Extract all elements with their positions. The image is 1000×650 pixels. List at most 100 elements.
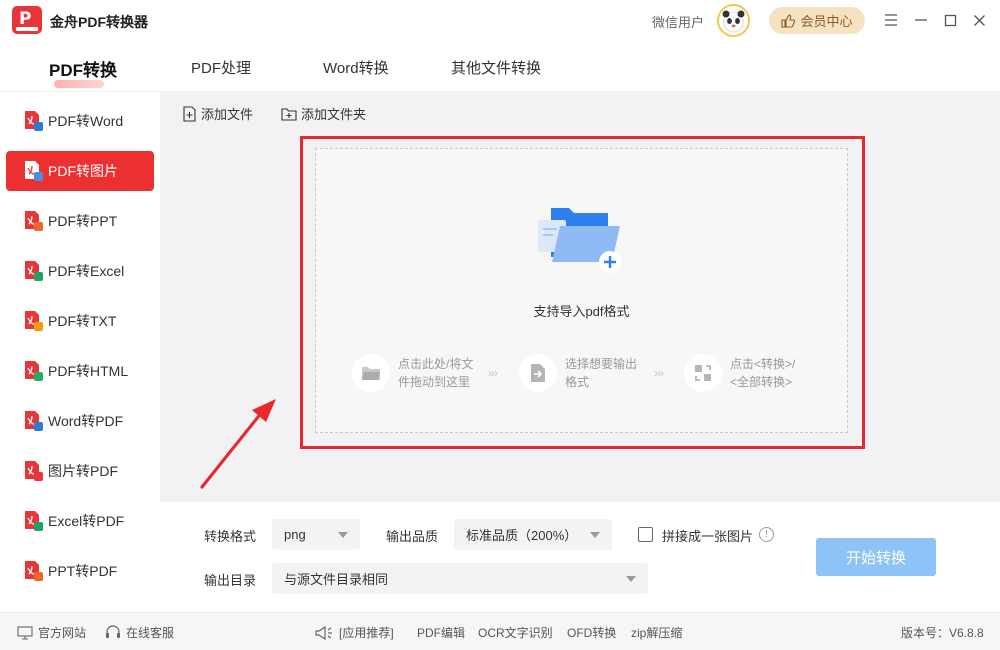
sidebar-item-label: PDF转TXT — [48, 313, 117, 329]
word-to-pdf-icon — [22, 410, 44, 432]
quality-label: 输出品质 — [386, 529, 439, 544]
step-import-line2: 件拖动到这里 — [398, 375, 471, 389]
step-arrow: ››› — [654, 366, 664, 380]
add-folder-icon — [281, 107, 297, 121]
excel-to-pdf-icon — [22, 510, 44, 532]
sidebar: PDF转Word PDF转图片 PDF转PPT PDF转Excel PDF转TXT PDF… — [0, 92, 160, 612]
format-value: png — [284, 527, 306, 542]
website-link[interactable]: 官方网站 — [17, 624, 86, 641]
dropzone-highlight: 支持导入pdf格式 点击此处/将文 件拖动到这里 ››› 选择想要输出 格式 ›… — [300, 136, 865, 449]
footer-link-ofd[interactable]: OFD转换 — [567, 624, 616, 641]
quality-select[interactable]: 标准品质（200%） — [454, 519, 612, 550]
main-area: 添加文件 添加文件夹 支持导入pdf格式 点击此处/将文 件拖动到这里 ››› … — [160, 92, 1000, 502]
sidebar-item-label: PPT转PDF — [48, 563, 118, 579]
tab-pdf-convert[interactable]: PDF转换 — [49, 56, 117, 81]
sidebar-item-7[interactable]: 图片转PDF — [6, 451, 154, 491]
merge-label[interactable]: 拼接成一张图片 — [662, 526, 753, 545]
support-link[interactable]: 在线客服 — [105, 624, 174, 641]
sidebar-item-label: Word转PDF — [48, 413, 124, 429]
app-recommend: [应用推荐] — [314, 624, 394, 641]
megaphone-icon — [315, 625, 332, 640]
pdf-to-txt-icon — [22, 310, 44, 332]
add-file-icon — [183, 105, 196, 122]
step-select-line1: 选择想要输出 — [565, 357, 638, 371]
file-dropzone[interactable]: 支持导入pdf格式 点击此处/将文 件拖动到这里 ››› 选择想要输出 格式 ›… — [315, 148, 848, 433]
ppt-to-pdf-icon — [22, 560, 44, 582]
sidebar-item-label: PDF转图片 — [48, 163, 118, 179]
sidebar-item-2[interactable]: PDF转PPT — [6, 201, 154, 241]
pdf-to-html-icon — [22, 360, 44, 382]
app-recommend-label: [应用推荐] — [339, 626, 394, 640]
format-select[interactable]: png — [272, 519, 360, 550]
avatar[interactable] — [717, 4, 750, 37]
sidebar-item-label: PDF转HTML — [48, 363, 129, 379]
open-folder-icon — [538, 208, 621, 273]
format-label: 转换格式 — [204, 529, 257, 544]
step-select-format: 选择想要输出 格式 — [519, 354, 637, 392]
footer-link-ocr[interactable]: OCR文字识别 — [478, 624, 553, 641]
sidebar-item-8[interactable]: Excel转PDF — [6, 501, 154, 541]
add-file-button[interactable]: 添加文件 — [182, 104, 253, 123]
title-bar: P 金舟PDF转换器 微信用户 会员中心 — [0, 0, 1000, 40]
tab-other-convert[interactable]: 其他文件转换 — [451, 57, 541, 78]
active-tab-indicator — [54, 80, 104, 88]
version-text: 版本号：V6.8.8 — [901, 626, 984, 640]
pdf-to-image-icon — [22, 160, 44, 182]
pdf-to-word-icon — [22, 110, 44, 132]
user-name[interactable]: 微信用户 — [652, 12, 704, 31]
sidebar-item-label: Excel转PDF — [48, 513, 125, 529]
maximize-icon[interactable] — [940, 10, 960, 30]
file-export-icon — [519, 354, 557, 392]
pdf-to-ppt-icon — [22, 210, 44, 232]
minimize-icon[interactable] — [911, 10, 931, 30]
settings-panel: 转换格式 png 输出品质 标准品质（200%） 拼接成一张图片 ! 输出目录 … — [160, 502, 1000, 612]
panda-avatar-icon — [722, 10, 745, 33]
step-import-line1: 点击此处/将文 — [398, 357, 474, 371]
sidebar-item-5[interactable]: PDF转HTML — [6, 351, 154, 391]
step-convert-line2: <全部转换> — [730, 375, 793, 389]
tab-word-convert[interactable]: Word转换 — [323, 57, 389, 78]
info-icon[interactable]: ! — [759, 527, 774, 542]
step-import: 点击此处/将文 件拖动到这里 — [352, 354, 473, 392]
sidebar-item-label: PDF转Word — [48, 113, 124, 129]
add-folder-label: 添加文件夹 — [301, 107, 367, 122]
menu-icon[interactable] — [881, 10, 901, 30]
sidebar-item-label: PDF转PPT — [48, 213, 118, 229]
sidebar-item-6[interactable]: Word转PDF — [6, 401, 154, 441]
output-label: 输出目录 — [204, 573, 257, 588]
app-logo-icon: P — [12, 6, 42, 34]
step-convert-line1: 点击<转换>/ — [730, 357, 796, 371]
footer: 官方网站 在线客服 [应用推荐] PDF编辑 OCR文字识别 OFD转换 zip… — [0, 612, 1000, 650]
top-tabs: PDF转换 PDF处理 Word转换 其他文件转换 — [0, 40, 1000, 92]
step-arrow: ››› — [488, 366, 498, 380]
sidebar-item-9[interactable]: PPT转PDF — [6, 551, 154, 591]
support-label: 在线客服 — [126, 626, 175, 640]
monitor-icon — [17, 625, 33, 640]
sidebar-item-4[interactable]: PDF转TXT — [6, 301, 154, 341]
close-icon[interactable] — [969, 10, 989, 30]
footer-link-pdf-edit[interactable]: PDF编辑 — [417, 624, 465, 641]
chevron-down-icon — [590, 532, 600, 538]
quality-value: 标准品质（200%） — [466, 528, 578, 543]
sidebar-item-0[interactable]: PDF转Word — [6, 101, 154, 141]
image-to-pdf-icon — [22, 460, 44, 482]
convert-icon — [684, 354, 722, 392]
chevron-down-icon — [338, 532, 348, 538]
tab-pdf-process[interactable]: PDF处理 — [191, 57, 251, 78]
add-file-label: 添加文件 — [201, 107, 254, 122]
add-folder-button[interactable]: 添加文件夹 — [281, 104, 366, 123]
output-value: 与源文件目录相同 — [284, 572, 389, 587]
vip-center-button[interactable]: 会员中心 — [769, 7, 865, 34]
sidebar-item-3[interactable]: PDF转Excel — [6, 251, 154, 291]
footer-link-zip[interactable]: zip解压缩 — [631, 624, 682, 641]
step-convert: 点击<转换>/ <全部转换> — [684, 354, 795, 392]
sidebar-item-1[interactable]: PDF转图片 — [6, 151, 154, 191]
thumbs-up-icon — [781, 13, 796, 28]
app-title: 金舟PDF转换器 — [50, 14, 148, 30]
output-dir-select[interactable]: 与源文件目录相同 — [272, 563, 648, 594]
step-select-line2: 格式 — [565, 375, 590, 389]
chevron-down-icon — [626, 576, 636, 582]
website-label: 官方网站 — [38, 626, 87, 640]
start-convert-button[interactable]: 开始转换 — [816, 538, 936, 576]
merge-checkbox[interactable] — [638, 527, 653, 542]
